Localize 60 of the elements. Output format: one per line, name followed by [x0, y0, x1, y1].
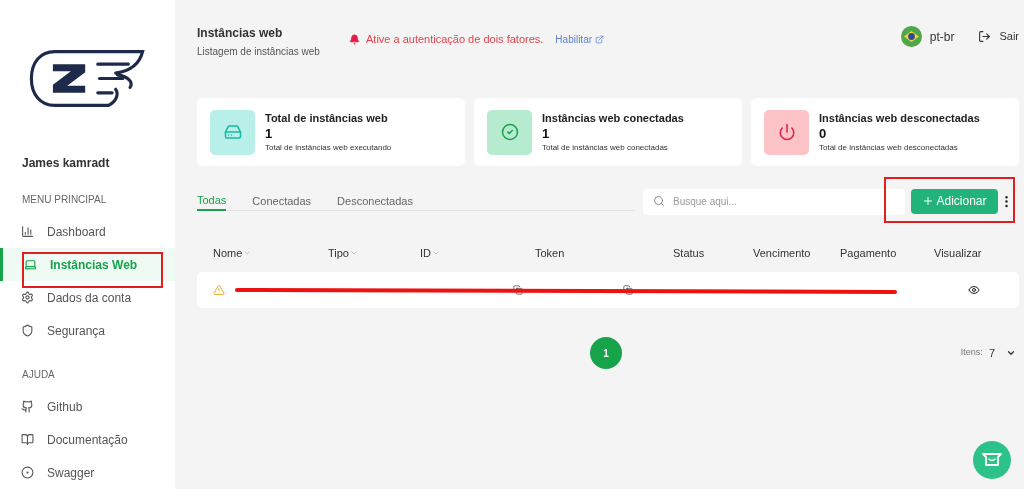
page-subtitle: Listagem de instâncias web — [197, 45, 321, 59]
flag-icon — [900, 26, 922, 47]
table-row[interactable] — [197, 272, 1019, 308]
column-header[interactable]: Nome — [213, 244, 252, 262]
section-title: AJUDA — [22, 368, 56, 382]
language-selector[interactable]: pt-br — [900, 26, 955, 47]
stat-caption: Total de instâncias web executando — [265, 142, 392, 155]
chevron-down-icon — [1006, 348, 1016, 358]
stat-value: 1 — [542, 126, 551, 143]
filter-tab[interactable]: Conectadas — [252, 191, 312, 211]
column-header[interactable]: Visualizar — [934, 244, 982, 262]
plus-icon — [922, 195, 935, 207]
column-header[interactable]: Pagamento — [840, 244, 897, 262]
copy-icon[interactable] — [623, 285, 633, 295]
laptop-icon — [24, 258, 37, 271]
stat-title: Instâncias web conectadas — [542, 110, 684, 126]
chat-icon — [982, 452, 1002, 468]
sidebar-item[interactable]: Dados da conta — [0, 281, 175, 314]
sidebar-item[interactable]: Dashboard — [0, 215, 175, 248]
chat-button[interactable] — [973, 441, 1011, 479]
sidebar-item[interactable]: Github — [0, 390, 175, 423]
bell-icon — [349, 33, 360, 45]
chart-icon — [21, 225, 34, 238]
stat-value: 0 — [819, 126, 828, 143]
sidebar-item[interactable]: Documentação — [0, 423, 175, 456]
items-per-page-select[interactable]: 7 — [988, 344, 1016, 362]
column-header[interactable]: Status — [673, 244, 705, 262]
user-name: James kamradt — [22, 155, 111, 172]
copy-icon[interactable] — [513, 285, 523, 295]
sidebar-item[interactable]: Swagger — [0, 456, 175, 489]
stat-title: Total de instâncias web — [265, 110, 389, 126]
items-label: Itens: — [960, 346, 983, 360]
column-header[interactable]: Tipo — [328, 244, 358, 262]
filter-tab[interactable]: Desconectadas — [337, 191, 413, 211]
section-title: MENU PRINCIPAL — [22, 193, 108, 207]
external-link-icon — [595, 34, 605, 44]
logout-button[interactable]: Sair — [978, 28, 1019, 45]
column-header[interactable]: ID — [420, 244, 440, 262]
enable-link[interactable]: Habilitar — [555, 31, 605, 47]
shield-icon — [21, 324, 34, 337]
column-header[interactable]: Vencimento — [753, 244, 811, 262]
stat-title: Instâncias web desconectadas — [819, 110, 980, 126]
page-title: Instâncias web — [197, 25, 284, 42]
stat-value: 1 — [265, 126, 274, 143]
circle-icon — [21, 466, 34, 479]
drive-icon — [210, 109, 255, 155]
power-icon — [764, 109, 809, 155]
search-icon — [653, 195, 665, 207]
sidebar-item[interactable]: Segurança — [0, 314, 175, 347]
gear-icon — [21, 291, 34, 304]
column-header[interactable]: Token — [535, 244, 565, 262]
eye-icon[interactable] — [968, 284, 980, 296]
alert-text: Ative a autenticação de dois fatores. — [366, 32, 544, 47]
github-icon — [21, 400, 34, 413]
search-field[interactable]: Busque aqui... — [643, 188, 905, 215]
stat-caption: Total de instâncias web conectadas — [542, 142, 669, 155]
warning-icon — [213, 284, 225, 296]
logout-icon — [978, 30, 992, 43]
stat-caption: Total de instâncias web desconectadas — [819, 142, 959, 155]
book-icon — [21, 433, 34, 446]
